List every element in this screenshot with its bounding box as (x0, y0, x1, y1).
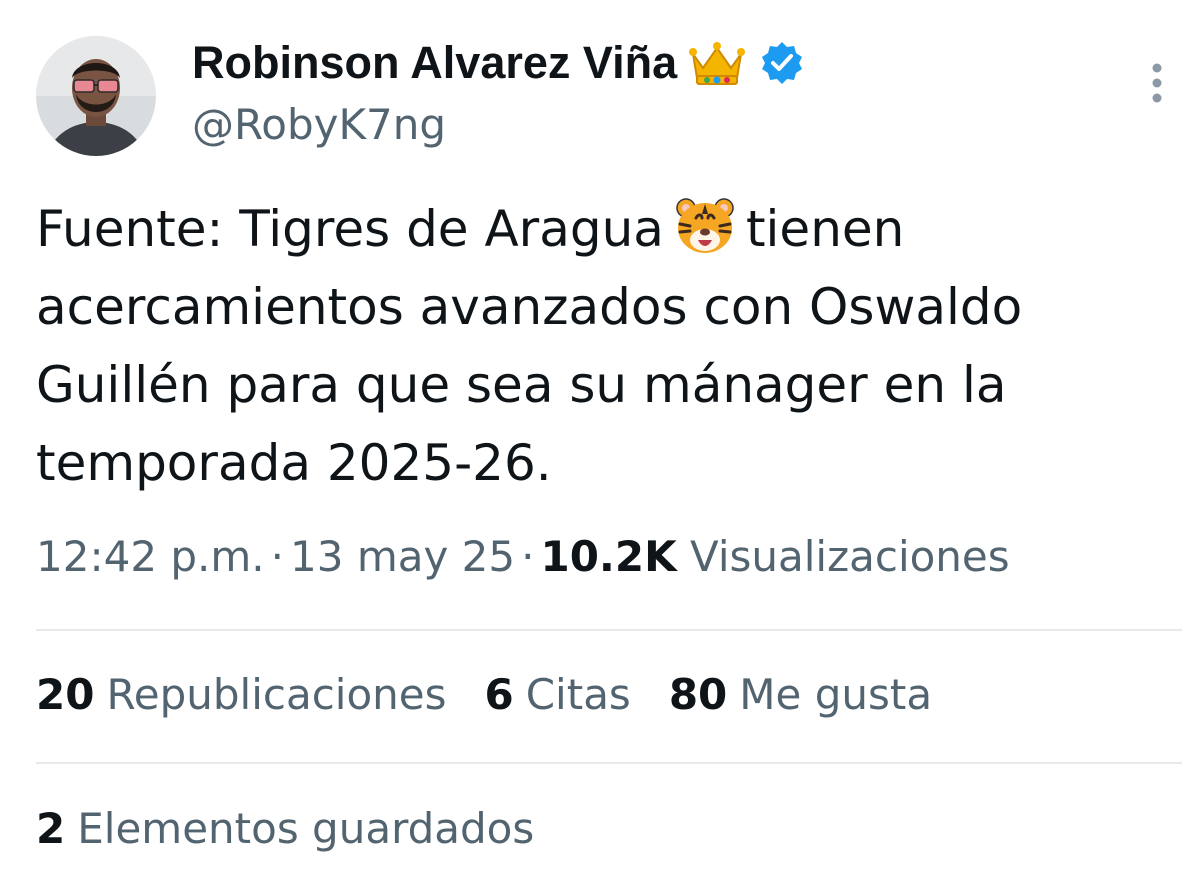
verified-badge-icon[interactable] (759, 40, 805, 86)
tweet-text-line-4: temporada 2025-26. (36, 434, 552, 492)
tweet-text-line-1: Fuente: Tigres de Aragua tienen (36, 190, 1176, 268)
engagement-stats: 20 Republicaciones 6 Citas 80 Me gusta (36, 670, 970, 719)
quotes-label: Citas (525, 670, 631, 719)
likes-label: Me gusta (739, 670, 933, 719)
avatar[interactable] (36, 36, 156, 156)
bookmarks-count: 2 (36, 804, 66, 853)
tweet-text-line-2: acercamientos avanzados con Oswaldo (36, 278, 1023, 336)
tweet-text-segment: Fuente: Tigres de Aragua (36, 200, 664, 258)
tweet-text: Fuente: Tigres de Aragua tienen acercami… (36, 190, 1176, 502)
views-link[interactable]: 10.2K Visualizaciones (540, 532, 1009, 581)
author-display-name[interactable]: Robinson Alvarez Viña (192, 37, 677, 89)
author-handle[interactable]: @RobyK7ng (192, 100, 446, 149)
tweet-text-segment: tienen (745, 200, 905, 258)
author-name-row: Robinson Alvarez Viña (192, 34, 805, 92)
reposts-stat[interactable]: 20 Republicaciones (36, 670, 447, 719)
quotes-count: 6 (484, 670, 514, 719)
likes-count: 80 (668, 670, 728, 719)
tweet-time-link[interactable]: 12:42 p.m. · 13 may 25 (36, 532, 515, 581)
reposts-label: Republicaciones (106, 670, 447, 719)
more-options-icon[interactable] (1140, 58, 1174, 108)
meta-separator: · (270, 532, 285, 581)
tweet-card: Robinson Alvarez Viña @RobyK7ng Fuente: … (0, 0, 1200, 890)
bookmarks-stat[interactable]: 2 Elementos guardados (36, 804, 534, 853)
views-count: 10.2K (540, 532, 677, 581)
tiger-face-icon (672, 196, 738, 256)
tweet-text-line-3: Guillén para que sea su mánager en la (36, 356, 1007, 414)
divider (36, 629, 1182, 631)
likes-stat[interactable]: 80 Me gusta (669, 670, 932, 719)
views-label: Visualizaciones (690, 532, 1010, 581)
tweet-meta: 12:42 p.m. · 13 may 25 · 10.2K Visualizacion… (36, 532, 1010, 581)
avatar-photo (36, 36, 156, 156)
tweet-date: 13 may 25 (290, 532, 516, 581)
divider (36, 762, 1182, 764)
tweet-time: 12:42 p.m. (36, 532, 265, 581)
bookmarks-label: Elementos guardados (77, 804, 535, 853)
reposts-count: 20 (36, 670, 95, 719)
crown-icon (687, 38, 747, 88)
meta-separator: · (521, 532, 535, 581)
quotes-stat[interactable]: 6 Citas (485, 670, 631, 719)
